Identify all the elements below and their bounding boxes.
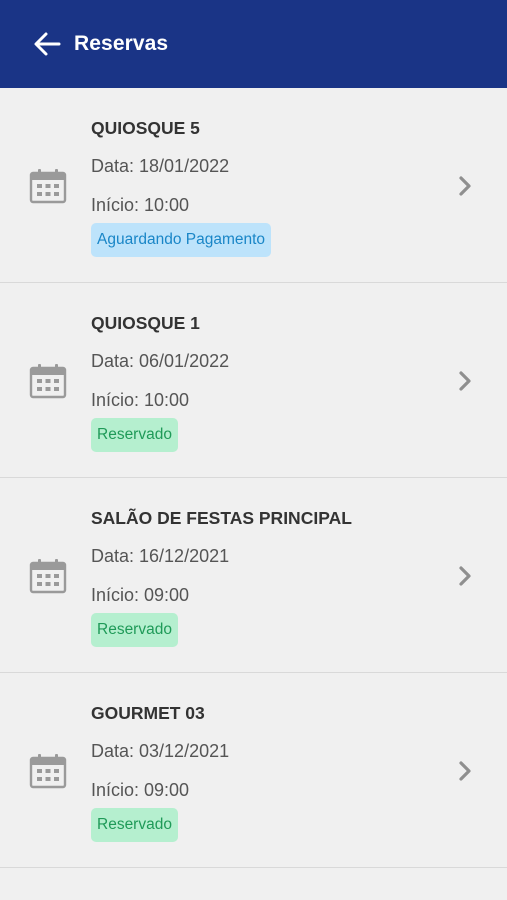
reservation-date: Data: 18/01/2022: [91, 156, 230, 176]
reservation-list: QUIOSQUE 5 Data: 18/01/2022 Início: 10:0…: [0, 88, 507, 868]
chevron-right-icon: [459, 566, 471, 586]
reservation-start-time: Início: 09:00: [91, 585, 190, 605]
arrow-left-icon: [34, 32, 61, 56]
page-title: Reservas: [74, 32, 169, 55]
status-badge: Reservado: [91, 613, 178, 647]
back-button[interactable]: [30, 27, 64, 61]
reservation-item[interactable]: SALÃO DE FESTAS PRINCIPAL Data: 16/12/20…: [0, 478, 507, 673]
calendar-icon: [29, 169, 67, 204]
reservation-date: Data: 06/01/2022: [91, 351, 230, 371]
calendar-icon: [29, 754, 67, 789]
reservation-item[interactable]: QUIOSQUE 5 Data: 18/01/2022 Início: 10:0…: [0, 88, 507, 283]
chevron-right-icon: [459, 371, 471, 391]
reservation-start-time: Início: 09:00: [91, 780, 190, 800]
reservation-title: QUIOSQUE 1: [91, 313, 200, 333]
reservation-date: Data: 03/12/2021: [91, 741, 230, 761]
reservation-title: QUIOSQUE 5: [91, 118, 200, 138]
reservation-title: SALÃO DE FESTAS PRINCIPAL: [91, 508, 352, 528]
chevron-right-icon: [459, 761, 471, 781]
reservation-item[interactable]: GOURMET 03 Data: 03/12/2021 Início: 09:0…: [0, 673, 507, 868]
reservation-item[interactable]: QUIOSQUE 1 Data: 06/01/2022 Início: 10:0…: [0, 283, 507, 478]
status-badge: Aguardando Pagamento: [91, 223, 272, 257]
calendar-icon: [29, 559, 67, 594]
reservation-title: GOURMET 03: [91, 703, 205, 723]
reservation-start-time: Início: 10:00: [91, 195, 190, 215]
app-bar: Reservas: [0, 0, 507, 88]
reservation-start-time: Início: 10:00: [91, 390, 190, 410]
status-badge: Reservado: [91, 418, 178, 452]
chevron-right-icon: [459, 176, 471, 196]
reservation-date: Data: 16/12/2021: [91, 546, 230, 566]
status-badge: Reservado: [91, 808, 178, 842]
calendar-icon: [29, 364, 67, 399]
